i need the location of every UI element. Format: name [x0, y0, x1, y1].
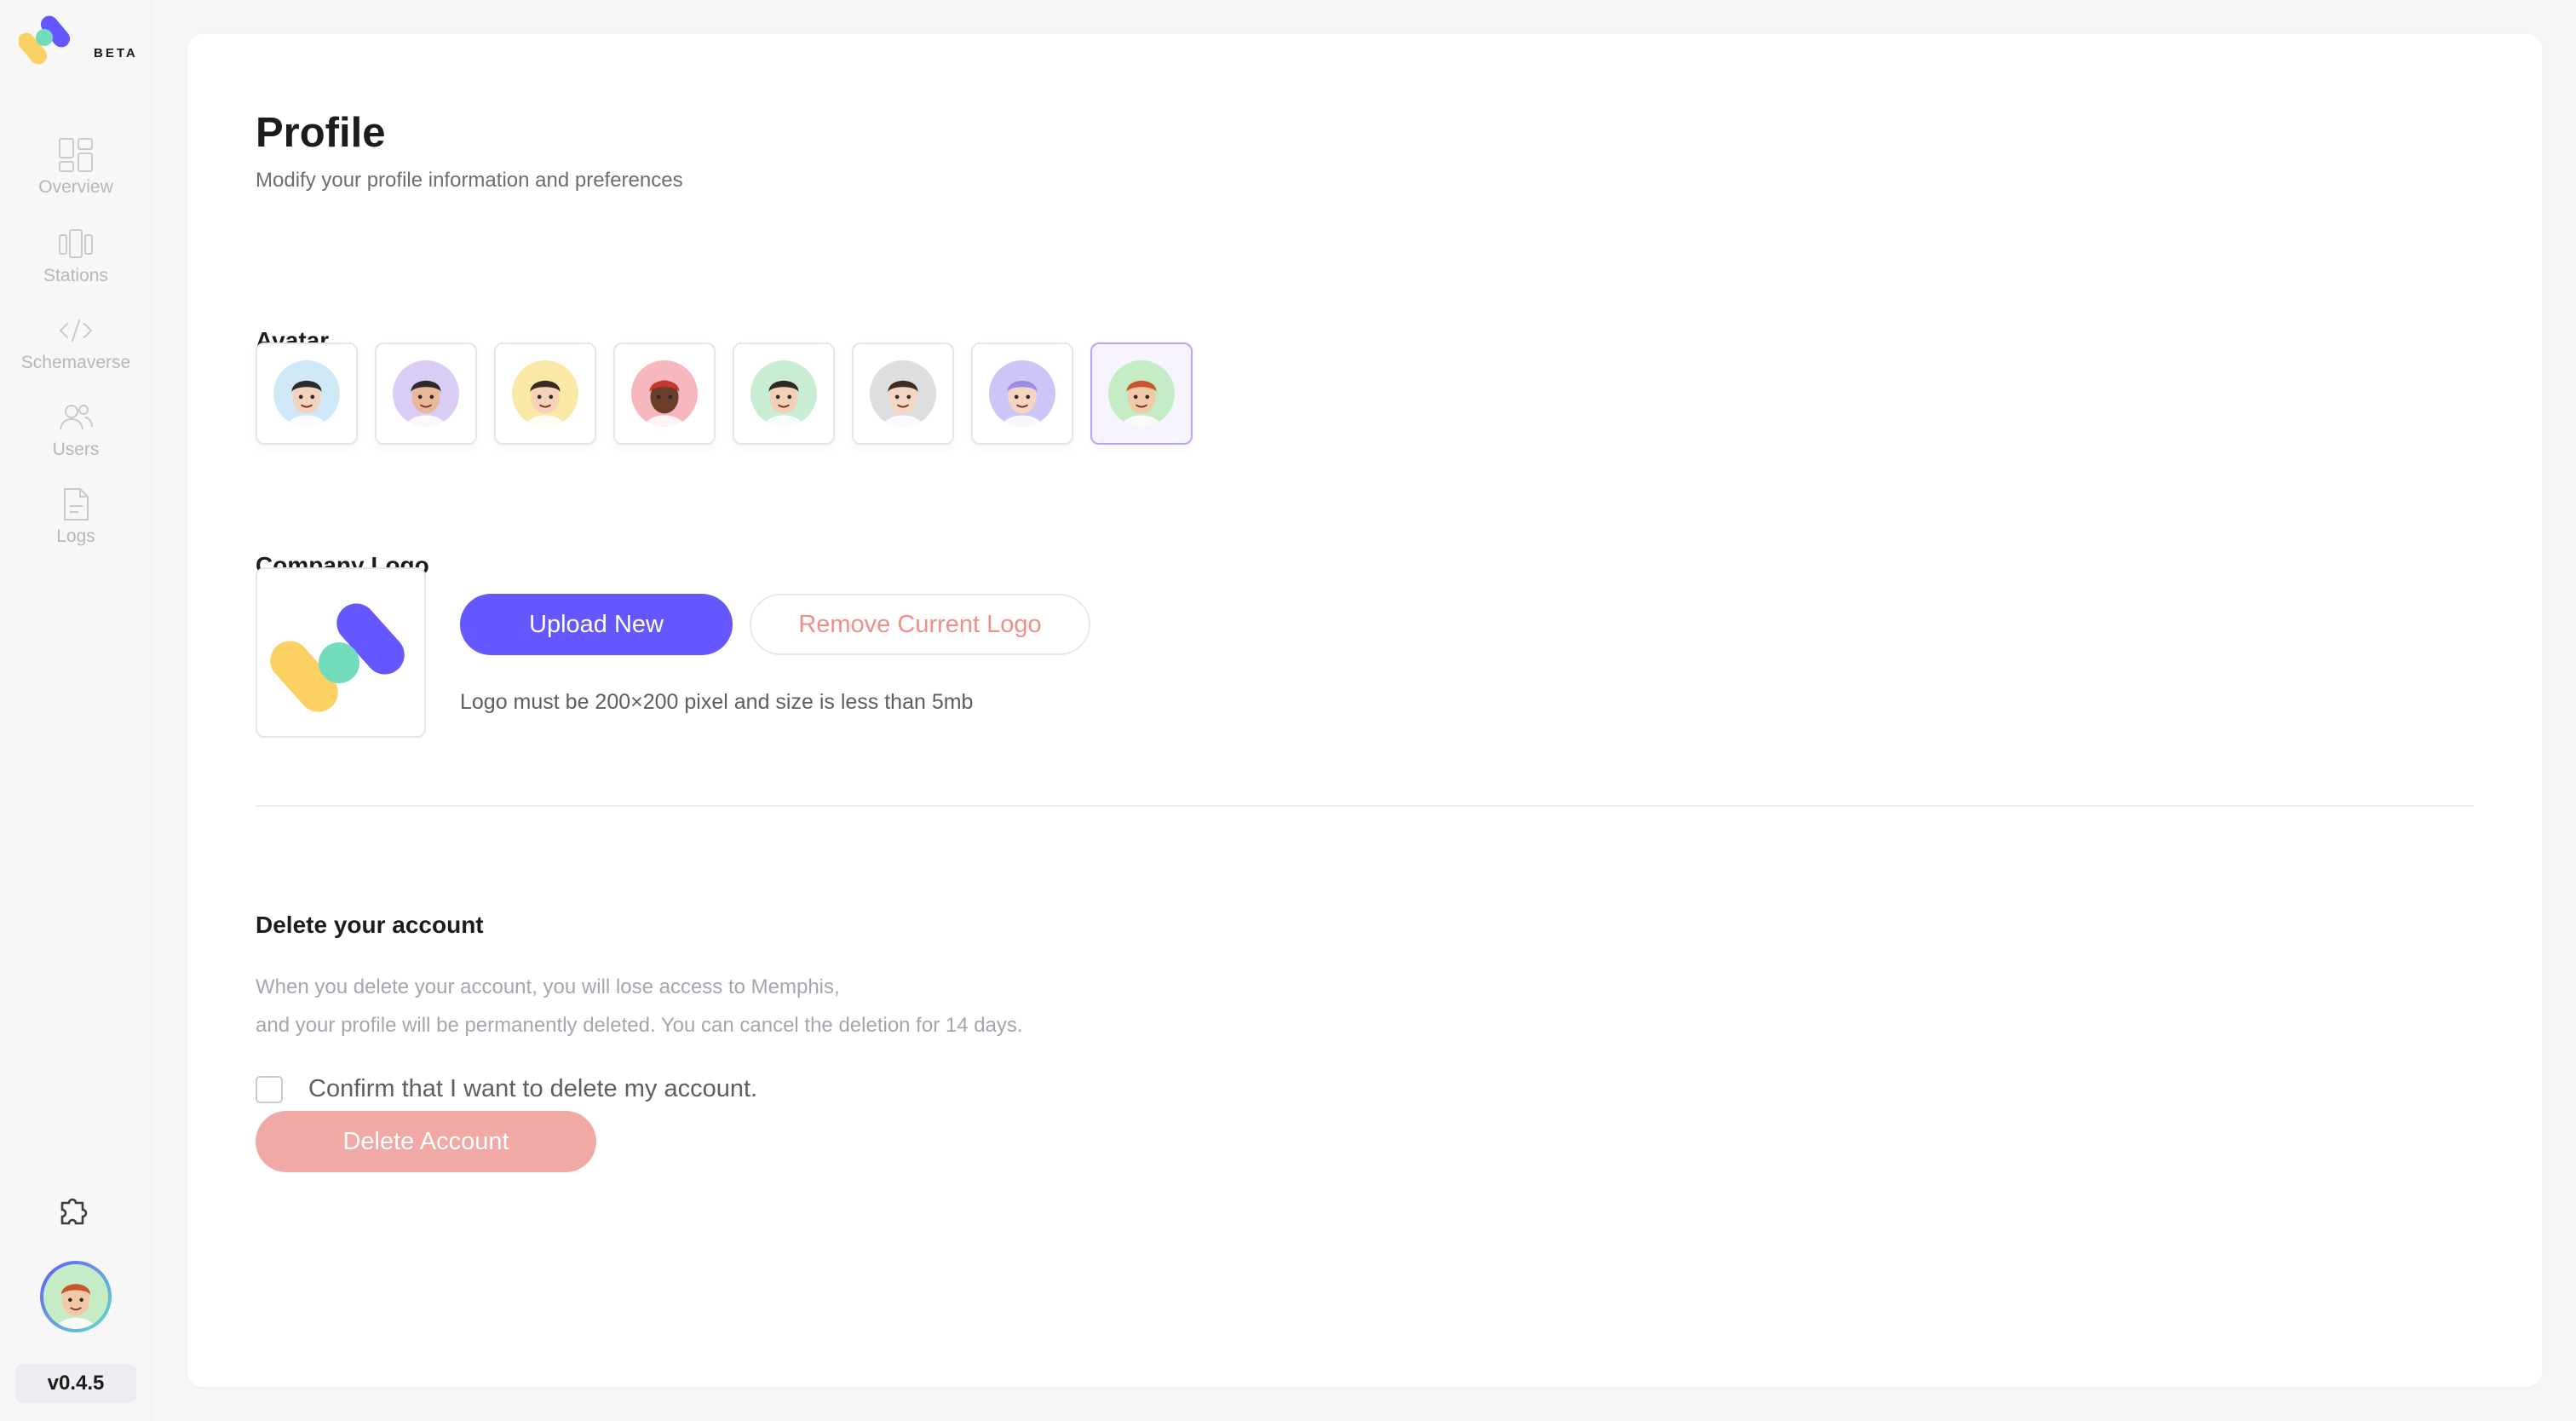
sidebar-item-label: Overview	[38, 177, 113, 197]
sidebar-item-users[interactable]: Users	[0, 397, 152, 474]
confirm-delete-checkbox[interactable]	[256, 1075, 283, 1103]
upload-logo-button[interactable]: Upload New	[460, 594, 733, 655]
delete-desc-line: and your profile will be permanently del…	[256, 1014, 1023, 1037]
avatar-option-3[interactable]	[494, 342, 596, 445]
avatar	[43, 1264, 108, 1329]
overview-icon	[55, 135, 96, 175]
delete-account-title: Delete your account	[256, 912, 484, 938]
avatar-option-8[interactable]	[1090, 342, 1193, 445]
users-icon	[55, 397, 96, 438]
sidebar: BETA Overview Stations Schemaverse Users…	[0, 0, 152, 1421]
logs-icon	[55, 484, 96, 525]
avatar-option-4[interactable]	[613, 342, 716, 445]
page-title: Profile	[256, 110, 386, 156]
code-icon	[55, 310, 96, 351]
sidebar-item-label: Schemaverse	[20, 353, 131, 372]
avatar-face-icon	[631, 360, 698, 427]
company-logo-icon	[270, 603, 405, 712]
sidebar-item-overview[interactable]: Overview	[0, 135, 152, 211]
company-logo-preview	[256, 567, 426, 738]
puzzle-icon[interactable]	[55, 1189, 96, 1230]
sidebar-item-stations[interactable]: Stations	[0, 223, 152, 300]
avatar-face-icon	[989, 360, 1055, 427]
confirm-delete-row[interactable]: Confirm that I want to delete my account…	[256, 1075, 757, 1103]
profile-card: Profile Modify your profile information …	[187, 34, 2542, 1387]
page-subtitle: Modify your profile information and pref…	[256, 169, 683, 192]
brand-logo[interactable]: BETA	[19, 12, 138, 70]
memphis-logo-icon	[19, 15, 71, 65]
avatar-option-1[interactable]	[256, 342, 358, 445]
avatar-face-icon	[512, 360, 578, 427]
avatar-face-icon	[750, 360, 817, 427]
stations-icon	[55, 223, 96, 264]
app-root: BETA Overview Stations Schemaverse Users…	[0, 0, 2576, 1421]
avatar-option-5[interactable]	[733, 342, 835, 445]
beta-badge: BETA	[94, 46, 138, 60]
user-avatar-icon[interactable]	[40, 1261, 112, 1332]
delete-account-button[interactable]: Delete Account	[256, 1111, 596, 1172]
sidebar-item-label: Stations	[43, 266, 108, 285]
remove-logo-button[interactable]: Remove Current Logo	[750, 594, 1090, 655]
avatar-face-icon	[273, 360, 340, 427]
delete-account-description: When you delete your account, you will l…	[256, 968, 1023, 1044]
confirm-delete-label: Confirm that I want to delete my account…	[308, 1075, 758, 1102]
avatar-face-icon	[870, 360, 936, 427]
sidebar-item-logs[interactable]: Logs	[0, 484, 152, 561]
avatar-option-7[interactable]	[971, 342, 1073, 445]
delete-desc-line: When you delete your account, you will l…	[256, 975, 840, 998]
avatar-option-2[interactable]	[375, 342, 477, 445]
version-badge: v0.4.5	[15, 1364, 136, 1403]
sidebar-item-schemaverse[interactable]: Schemaverse	[0, 310, 152, 387]
avatar-option-6[interactable]	[852, 342, 954, 445]
sidebar-item-label: Users	[52, 440, 100, 459]
sidebar-item-label: Logs	[56, 526, 95, 546]
avatar-face-icon	[393, 360, 459, 427]
divider	[256, 805, 2474, 807]
avatar-face-icon	[1108, 360, 1175, 427]
avatar-picker	[256, 342, 1193, 445]
logo-hint: Logo must be 200×200 pixel and size is l…	[460, 690, 974, 714]
